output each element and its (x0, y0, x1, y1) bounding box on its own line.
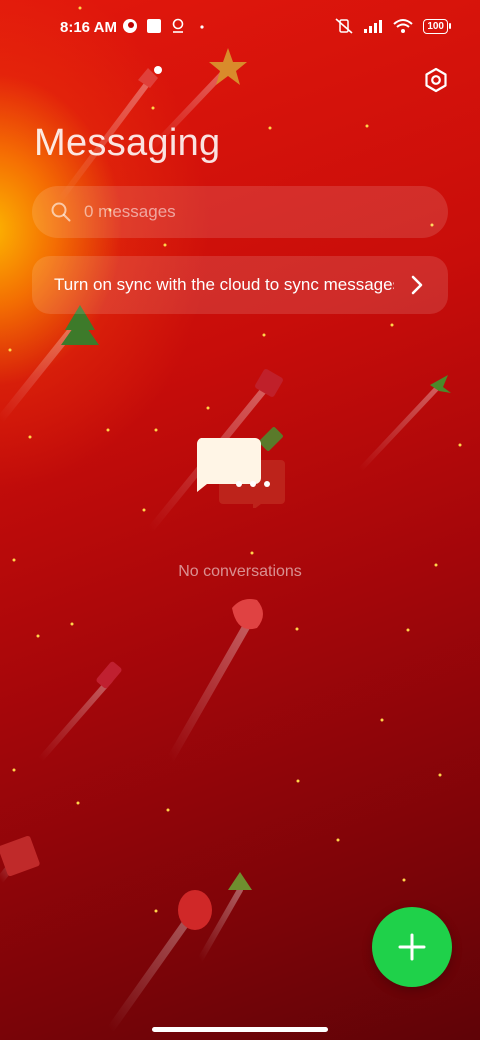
search-bar[interactable]: 0 messages (32, 186, 448, 238)
notification-icons (122, 18, 210, 34)
settings-icon (425, 67, 447, 93)
vibrate-off-icon (335, 18, 353, 34)
system-status-icons: 100 (335, 18, 451, 34)
app-notification-icon (123, 19, 137, 33)
battery-indicator: 100 (423, 18, 451, 34)
cloud-sync-banner[interactable]: Turn on sync with the cloud to sync mess… (32, 256, 448, 314)
search-placeholder: 0 messages (84, 202, 176, 221)
plus-icon (398, 933, 426, 961)
settings-button[interactable] (422, 66, 450, 94)
location-notification-icon (172, 18, 184, 33)
status-bar: 8:16 AM 100 (0, 0, 480, 56)
sync-banner-text: Turn on sync with the cloud to sync mess… (54, 275, 394, 294)
chat-bubbles-icon (196, 438, 285, 508)
search-icon (51, 202, 71, 222)
dot-icon (200, 25, 204, 29)
empty-state-text: No conversations (178, 563, 302, 580)
compose-button[interactable] (372, 907, 452, 987)
wifi-icon (393, 19, 413, 33)
chevron-right-icon (411, 275, 423, 295)
page-title: Messaging (34, 122, 221, 164)
signal-icon (364, 20, 383, 33)
status-time: 8:16 AM (60, 19, 117, 36)
square-notification-icon (147, 19, 161, 33)
home-indicator[interactable] (152, 1027, 328, 1032)
